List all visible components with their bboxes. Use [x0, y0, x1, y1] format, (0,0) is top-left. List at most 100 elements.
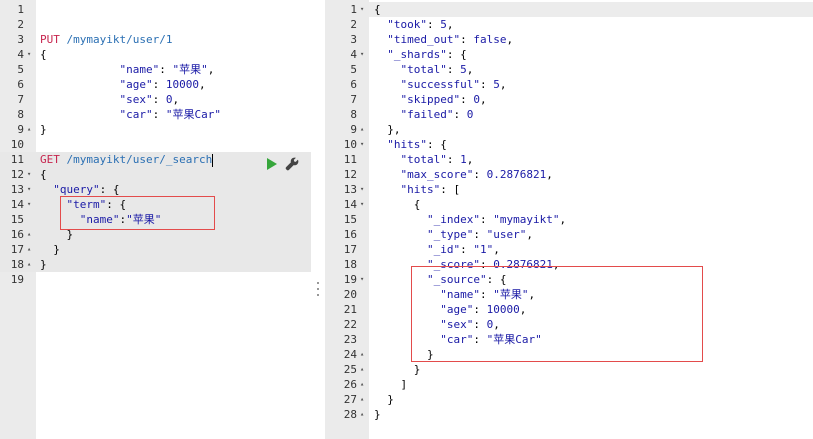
response-viewer[interactable]: 1 ▾{2 "took": 5, 3 "timed_out": false, 4 ▾ "… [325, 0, 813, 439]
code-line[interactable]: 12 ▾ { [0, 167, 311, 182]
token-punc: : { [427, 138, 447, 151]
request-editor[interactable]: 1 2 3 PUT /mymayikt/user/1 4 ▾{5 "name": "苹果"… [0, 0, 311, 439]
code-line[interactable]: 10 ▾ "hits": { [325, 137, 813, 152]
fold-close-icon[interactable]: ▴ [360, 347, 364, 362]
token-punc: , [493, 243, 500, 256]
code-line[interactable]: 6 "successful": 5, [325, 77, 813, 92]
code-line[interactable]: 2 "took": 5, [325, 17, 813, 32]
code-text: "_type": "user", [374, 227, 533, 242]
code-line[interactable]: 14 ▾ { [325, 197, 813, 212]
code-line[interactable]: 4 ▾ "_shards": { [325, 47, 813, 62]
token-bool: false [473, 33, 507, 46]
fold-open-icon[interactable]: ▾ [27, 197, 31, 212]
code-line[interactable]: 3 "timed_out": false, [325, 32, 813, 47]
code-line[interactable]: 4 ▾ { [0, 47, 311, 62]
code-text: "total": 5, [374, 62, 474, 77]
fold-open-icon[interactable]: ▾ [360, 197, 364, 212]
line-number: 20 [343, 288, 357, 301]
code-line[interactable]: 8 "failed": 0 [325, 107, 813, 122]
fold-open-icon[interactable]: ▾ [360, 182, 364, 197]
line-number: 27 [343, 393, 357, 406]
wrench-icon[interactable] [285, 157, 299, 171]
fold-open-icon[interactable]: ▾ [360, 272, 364, 287]
code-line[interactable]: 17 ▴ } [0, 242, 311, 257]
line-number: 6 [17, 78, 24, 91]
token-punc [60, 153, 67, 166]
fold-close-icon[interactable]: ▴ [360, 377, 364, 392]
code-line[interactable]: 28 ▴} [325, 407, 813, 422]
fold-open-icon[interactable]: ▾ [27, 182, 31, 197]
line-number: 9 [350, 123, 357, 136]
pane-divider[interactable] [311, 0, 325, 439]
token-punc: : [159, 63, 173, 76]
code-line[interactable]: 5 "total": 5, [325, 62, 813, 77]
line-number: 8 [17, 108, 24, 121]
fold-open-icon[interactable]: ▾ [360, 2, 364, 17]
code-text: "_index": "mymayikt", [374, 212, 566, 227]
token-punc [60, 33, 67, 46]
line-number: 9 [17, 123, 24, 136]
code-line[interactable]: 10 [0, 137, 311, 152]
code-line[interactable]: 18 ▴} [0, 257, 311, 272]
code-line[interactable]: 7 "sex": 0, [0, 92, 311, 107]
code-text: { [40, 47, 47, 62]
code-line[interactable]: 6 "age": 10000, [0, 77, 311, 92]
token-num: 5 [460, 63, 467, 76]
code-line[interactable]: 25 ▴ } [325, 362, 813, 377]
resize-handle-icon[interactable] [316, 282, 320, 296]
play-icon[interactable] [267, 158, 277, 170]
code-line[interactable]: 7 "skipped": 0, [325, 92, 813, 107]
code-text: GET /mymayikt/user/_search [40, 152, 214, 167]
line-number: 22 [343, 318, 357, 331]
code-line[interactable]: 13 ▾ "query": { [0, 182, 311, 197]
code-line[interactable]: 19 [0, 272, 311, 287]
code-line[interactable]: 27 ▴ } [325, 392, 813, 407]
code-line[interactable]: 15 "_index": "mymayikt", [325, 212, 813, 227]
code-text: "query": { [40, 182, 119, 197]
fold-open-icon[interactable]: ▾ [360, 47, 364, 62]
code-line[interactable]: 5 "name": "苹果", [0, 62, 311, 77]
request-lines[interactable]: 1 2 3 PUT /mymayikt/user/1 4 ▾{5 "name": "苹果"… [0, 2, 311, 287]
token-punc: : [453, 108, 467, 121]
fold-open-icon[interactable]: ▾ [27, 167, 31, 182]
line-number: 14 [10, 198, 24, 211]
line-number: 13 [10, 183, 24, 196]
code-line[interactable]: 1 ▾ { [325, 2, 813, 17]
token-num: 5 [440, 18, 447, 31]
code-line[interactable]: 11 "total": 1, [325, 152, 813, 167]
code-line[interactable]: 11 GET /mymayikt/user/_search [0, 152, 311, 167]
code-line[interactable]: 9 ▴} [0, 122, 311, 137]
code-line[interactable]: 8 "car": "苹果Car" [0, 107, 311, 122]
code-line[interactable]: 2 [0, 17, 311, 32]
code-line[interactable]: 16 "_type": "user", [325, 227, 813, 242]
fold-close-icon[interactable]: ▴ [27, 242, 31, 257]
code-line[interactable]: 1 [0, 2, 311, 17]
code-line[interactable]: 26 ▴ ] [325, 377, 813, 392]
fold-close-icon[interactable]: ▴ [360, 122, 364, 137]
fold-close-icon[interactable]: ▴ [27, 227, 31, 242]
fold-close-icon[interactable]: ▴ [360, 407, 364, 422]
fold-open-icon[interactable]: ▾ [27, 47, 31, 62]
code-line[interactable]: 17 "_id": "1", [325, 242, 813, 257]
fold-open-icon[interactable]: ▾ [360, 137, 364, 152]
token-key: "max_score" [400, 168, 474, 181]
fold-close-icon[interactable]: ▴ [360, 392, 364, 407]
fold-close-icon[interactable]: ▴ [27, 122, 31, 137]
token-punc: , [198, 78, 206, 91]
code-line[interactable]: 9 ▴ }, [325, 122, 813, 137]
code-text: "_shards": { [374, 47, 466, 62]
token-punc: : [460, 243, 474, 256]
line-number: 23 [343, 333, 357, 346]
code-line[interactable]: 12 "max_score": 0.2876821, [325, 167, 813, 182]
fold-close-icon[interactable]: ▴ [27, 257, 31, 272]
code-line[interactable]: 3 PUT /mymayikt/user/1 [0, 32, 311, 47]
code-line[interactable]: 13 ▾ "hits": [ [325, 182, 813, 197]
fold-close-icon[interactable]: ▴ [360, 362, 364, 377]
token-str: "苹果Car" [165, 108, 221, 121]
